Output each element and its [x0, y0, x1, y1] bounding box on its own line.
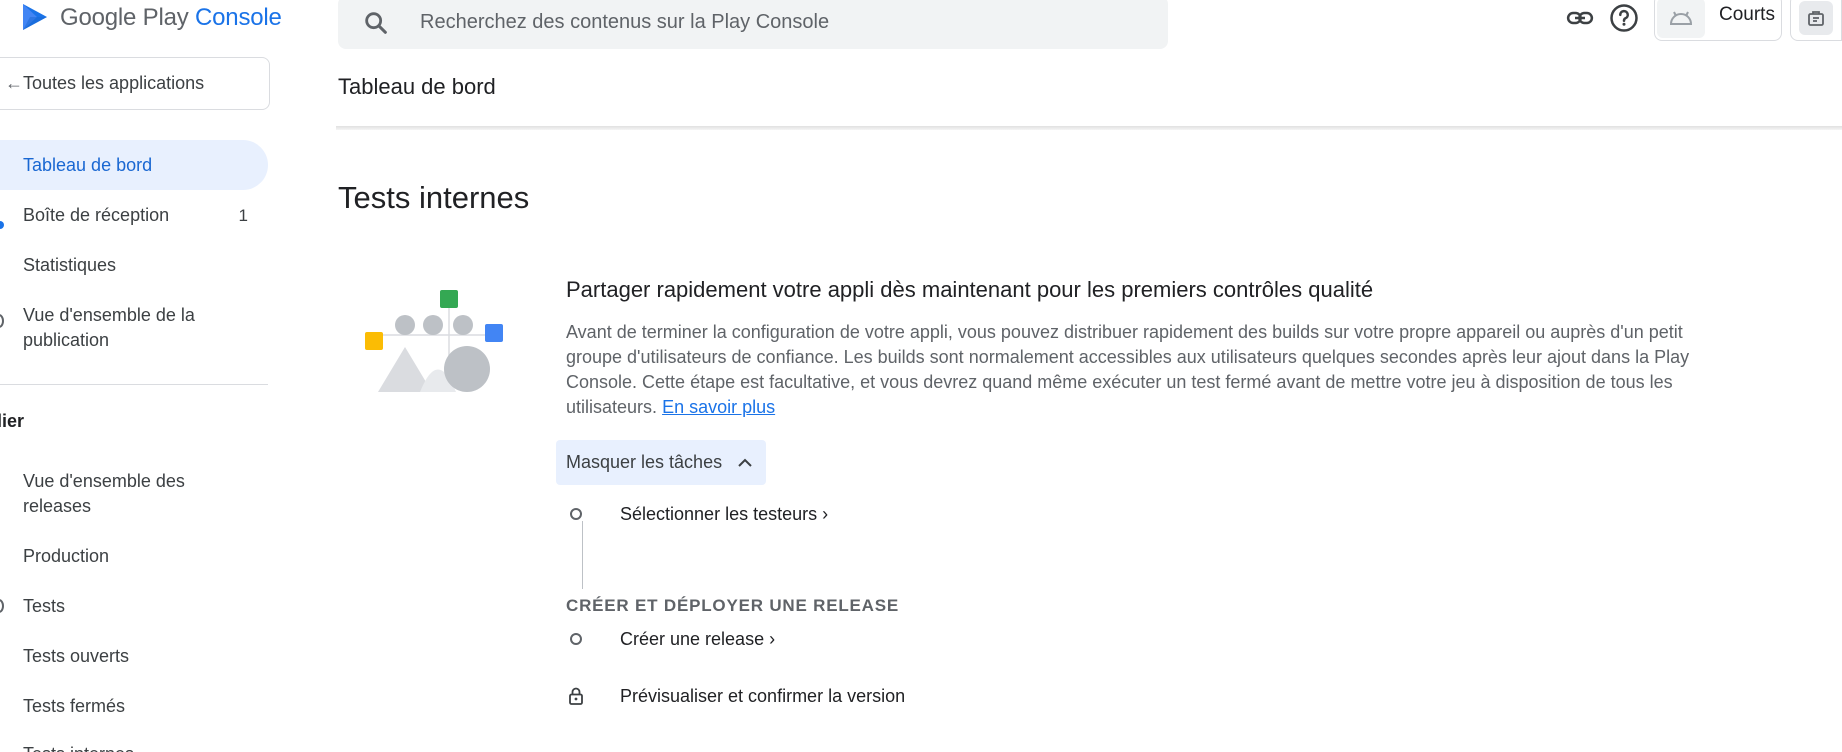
sidebar-item-label: Production — [23, 546, 110, 566]
sidebar-item-publishing-overview[interactable]: Vue d'ensemble de la publication — [0, 303, 240, 353]
hide-tasks-label: Masquer les tâches — [566, 452, 723, 472]
sidebar-item-label: Statistiques — [23, 255, 117, 275]
task-label: Prévisualiser et confirmer la version — [620, 685, 906, 706]
chevron-up-icon — [738, 458, 752, 467]
learn-more-link[interactable]: En savoir plus — [662, 397, 775, 417]
page-title: Tableau de bord — [338, 74, 496, 99]
card-title: Partager rapidement votre appli dès main… — [566, 277, 1374, 302]
sidebar-item-label: Tests ouverts — [23, 646, 130, 666]
section-title: Tests internes — [338, 180, 530, 215]
task-label: Sélectionner les testeurs › — [620, 503, 829, 524]
hide-tasks-button[interactable]: Masquer les tâches — [556, 440, 767, 485]
sidebar-item-inbox[interactable]: Boîte de réception 1 — [0, 203, 268, 228]
all-apps-button[interactable]: ← Toutes les applications — [0, 57, 270, 110]
account-button[interactable] — [1790, 0, 1842, 41]
sidebar-divider — [0, 384, 268, 385]
page-header-divider — [336, 126, 1842, 130]
task-label-text: Sélectionner les testeurs — [620, 503, 818, 524]
developer-account-icon — [1799, 0, 1833, 35]
sidebar-item-tests[interactable]: Tests — [0, 594, 268, 619]
arrow-back-icon: ← — [5, 73, 23, 93]
link-icon[interactable] — [1564, 2, 1596, 34]
task-group-label: CRÉER ET DÉPLOYER UNE RELEASE — [566, 596, 900, 615]
sidebar-item-statistics[interactable]: Statistiques — [0, 253, 268, 278]
search-icon[interactable] — [362, 9, 390, 37]
task-connector-line — [582, 521, 583, 589]
sidebar-item-label: Tableau de bord — [23, 154, 153, 175]
internal-testing-illustration — [365, 290, 503, 392]
search-bar[interactable] — [338, 0, 1168, 49]
sidebar-item-label: Vue d'ensemble des releases — [23, 471, 185, 516]
sidebar-item-label: Tests fermés — [23, 696, 126, 716]
play-logo-icon — [23, 4, 47, 30]
lock-icon — [569, 687, 583, 705]
sidebar-item-label: Boîte de réception — [23, 205, 170, 225]
task-pending-icon — [570, 633, 582, 645]
inbox-count-badge: 1 — [238, 206, 248, 225]
sidebar-item-closed-tests[interactable]: Tests fermés — [0, 694, 268, 719]
sidebar-item-dashboard[interactable]: Tableau de bord — [0, 140, 268, 190]
logo-console: Console — [195, 4, 282, 31]
sidebar-item-production[interactable]: Production — [0, 544, 268, 569]
sidebar-item-label: Tests internes — [23, 742, 134, 752]
logo-text: Google Play Console — [60, 4, 282, 32]
google-play-console-logo[interactable]: Google Play Console — [20, 2, 282, 34]
logo-google-play: Google Play — [60, 4, 189, 31]
sidebar-item-label: Vue d'ensemble de la publication — [23, 305, 195, 350]
play-console-app: Google Play Console Courts ← Toutes les … — [0, 0, 1842, 752]
search-input[interactable] — [420, 11, 1120, 34]
sidebar-item-label: Tests — [23, 596, 66, 616]
task-label-text: Créer une release — [620, 628, 765, 649]
task-select-testers[interactable]: Sélectionner les testeurs › — [566, 504, 828, 524]
android-icon — [1657, 0, 1705, 38]
task-pending-icon — [570, 508, 582, 520]
sidebar-item-internal-tests[interactable]: Tests internes — [0, 742, 268, 752]
sidebar-item-releases-overview[interactable]: Vue d'ensemble des releases — [0, 469, 240, 519]
app-selector-chip[interactable]: Courts — [1654, 0, 1782, 41]
app-name: Courts — [1719, 3, 1775, 25]
sidebar-section-release[interactable]: plier — [0, 411, 24, 432]
sidebar-item-open-tests[interactable]: Tests ouverts — [0, 644, 268, 669]
all-apps-label: Toutes les applications — [23, 73, 205, 93]
task-label: Créer une release › — [620, 628, 776, 649]
task-preview-confirm: Prévisualiser et confirmer la version — [566, 686, 905, 706]
card-description: Avant de terminer la configuration de vo… — [566, 320, 1696, 420]
task-create-release[interactable]: Créer une release › — [566, 629, 775, 649]
help-icon[interactable] — [1608, 2, 1640, 34]
